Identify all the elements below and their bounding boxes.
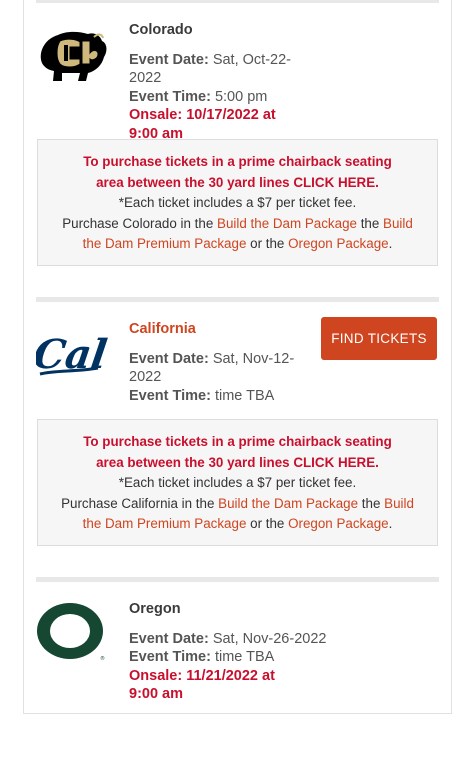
svg-text:®: ® xyxy=(100,655,105,662)
cal-bears-logo-icon: Cal xyxy=(30,324,110,386)
build-the-dam-premium-link[interactable]: Build xyxy=(384,496,414,511)
team-name: Colorado xyxy=(129,22,193,38)
event-date-label: Event Date: xyxy=(129,350,209,367)
event-time-label: Event Time: xyxy=(129,88,211,105)
onsale-date: Onsale: 11/21/2022 at xyxy=(129,667,275,684)
ticket-fee-note: *Each ticket includes a $7 per ticket fe… xyxy=(118,195,357,210)
purchase-text-end: . xyxy=(388,236,393,251)
colorado-buffaloes-logo-icon xyxy=(36,23,110,85)
notice-heading-2: area between the 30 yard lines xyxy=(96,174,294,190)
event-time-label: Event Time: xyxy=(129,387,211,404)
team-name-link[interactable]: California xyxy=(129,320,314,339)
build-the-dam-package-link[interactable]: Build the Dam Package xyxy=(217,216,357,231)
chairback-notice: To purchase tickets in a prime chairback… xyxy=(37,139,438,266)
ticket-fee-note: *Each ticket includes a $7 per ticket fe… xyxy=(118,475,357,490)
purchase-text-or: or the xyxy=(246,516,289,531)
team-name: Oregon xyxy=(129,601,181,617)
notice-heading: To purchase tickets in a prime chairback… xyxy=(83,434,392,449)
purchase-text: Purchase California in the xyxy=(61,495,219,511)
game-card-oregon: ® Oregon Event Date: Sat, Nov-26-2022 Ev… xyxy=(36,577,439,707)
game-card-colorado: Colorado Event Date: Sat, Oct-22-2022 Ev… xyxy=(36,0,439,298)
event-date-label: Event Date: xyxy=(129,630,209,647)
onsale-time: 9:00 am xyxy=(129,686,184,702)
game-card-california: Cal California Event Date: Sat, Nov-12- … xyxy=(30,297,439,577)
event-time-value: time TBA xyxy=(214,649,275,665)
event-date-value: Sat, Nov-12- xyxy=(212,350,295,367)
build-the-dam-premium-link[interactable]: Build xyxy=(383,216,413,231)
click-here-link[interactable]: CLICK HERE. xyxy=(293,455,379,470)
oregon-package-link[interactable]: Oregon Package xyxy=(288,516,389,531)
event-date-value: Sat, Nov-26-2022 xyxy=(212,630,327,647)
build-the-dam-package-link[interactable]: Build the Dam Package xyxy=(218,496,358,511)
build-the-dam-premium-link-cont[interactable]: the Dam Premium Package xyxy=(83,236,247,251)
find-tickets-button[interactable]: FIND TICKETS xyxy=(321,317,437,360)
event-date-value-cont: 2022 xyxy=(129,369,162,385)
purchase-text: Purchase Colorado in the xyxy=(62,215,218,231)
click-here-link[interactable]: CLICK HERE. xyxy=(293,175,379,190)
oregon-package-link[interactable]: Oregon Package xyxy=(288,236,389,251)
purchase-text-end: . xyxy=(388,516,393,531)
purchase-text-or: or the xyxy=(246,236,289,251)
notice-heading-2: area between the 30 yard lines xyxy=(96,454,294,470)
event-time-value: time TBA xyxy=(214,387,275,404)
event-date-label: Event Date: xyxy=(129,51,209,68)
event-time-value: 5:00 pm xyxy=(214,88,268,105)
build-the-dam-premium-link-cont[interactable]: the Dam Premium Package xyxy=(83,516,247,531)
event-time-label: Event Time: xyxy=(129,649,211,665)
purchase-text-mid: the xyxy=(356,215,384,231)
chairback-notice: To purchase tickets in a prime chairback… xyxy=(37,419,438,546)
oregon-o-logo-icon: ® xyxy=(36,600,110,662)
notice-heading: To purchase tickets in a prime chairback… xyxy=(83,154,392,169)
purchase-text-mid: the xyxy=(358,495,385,511)
onsale-date: Onsale: 10/17/2022 at xyxy=(129,107,276,123)
